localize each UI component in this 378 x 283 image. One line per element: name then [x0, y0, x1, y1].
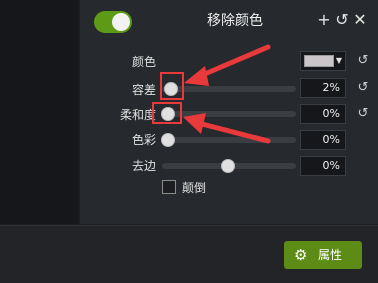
color-reset-icon[interactable]: ↺	[356, 53, 370, 69]
tolerance-label: 容差	[131, 83, 156, 97]
effect-title: 移除颜色	[207, 13, 263, 29]
reset-icon[interactable]: ↺	[334, 10, 350, 30]
softness-reset-icon[interactable]: ↺	[356, 106, 370, 122]
defringe-value-field[interactable]: 0%	[300, 156, 346, 176]
hue-slider-thumb[interactable]	[161, 133, 175, 147]
softness-label: 柔和度	[119, 108, 156, 122]
effect-enable-toggle[interactable]	[94, 11, 132, 33]
plus-icon[interactable]: +	[316, 10, 332, 30]
chevron-down-icon: ▼	[335, 56, 342, 65]
tolerance-value-field[interactable]: 2%	[300, 78, 346, 98]
invert-checkbox[interactable]	[162, 180, 176, 194]
close-icon[interactable]: ✕	[352, 10, 368, 30]
left-panel	[0, 0, 78, 224]
hue-value-field[interactable]: 0%	[300, 130, 346, 150]
tolerance-highlight-box	[160, 72, 184, 100]
softness-slider-track[interactable]	[162, 111, 296, 117]
tolerance-reset-icon[interactable]: ↺	[356, 80, 370, 96]
properties-button-label: 属性	[318, 248, 343, 262]
defringe-label: 去边	[131, 159, 156, 173]
color-swatch	[304, 55, 334, 67]
softness-value-field[interactable]: 0%	[300, 104, 346, 124]
hue-label: 色彩	[131, 133, 156, 147]
invert-label: 颠倒	[182, 181, 207, 195]
hue-slider-track[interactable]	[162, 137, 296, 143]
properties-button[interactable]: ⚙ 属性	[284, 241, 362, 269]
softness-highlight-box	[152, 102, 182, 124]
color-picker[interactable]: ▼	[300, 51, 346, 71]
color-label: 颜色	[131, 55, 156, 69]
gear-icon: ⚙	[294, 246, 308, 264]
toggle-knob	[112, 13, 130, 31]
defringe-slider-thumb[interactable]	[221, 159, 235, 173]
